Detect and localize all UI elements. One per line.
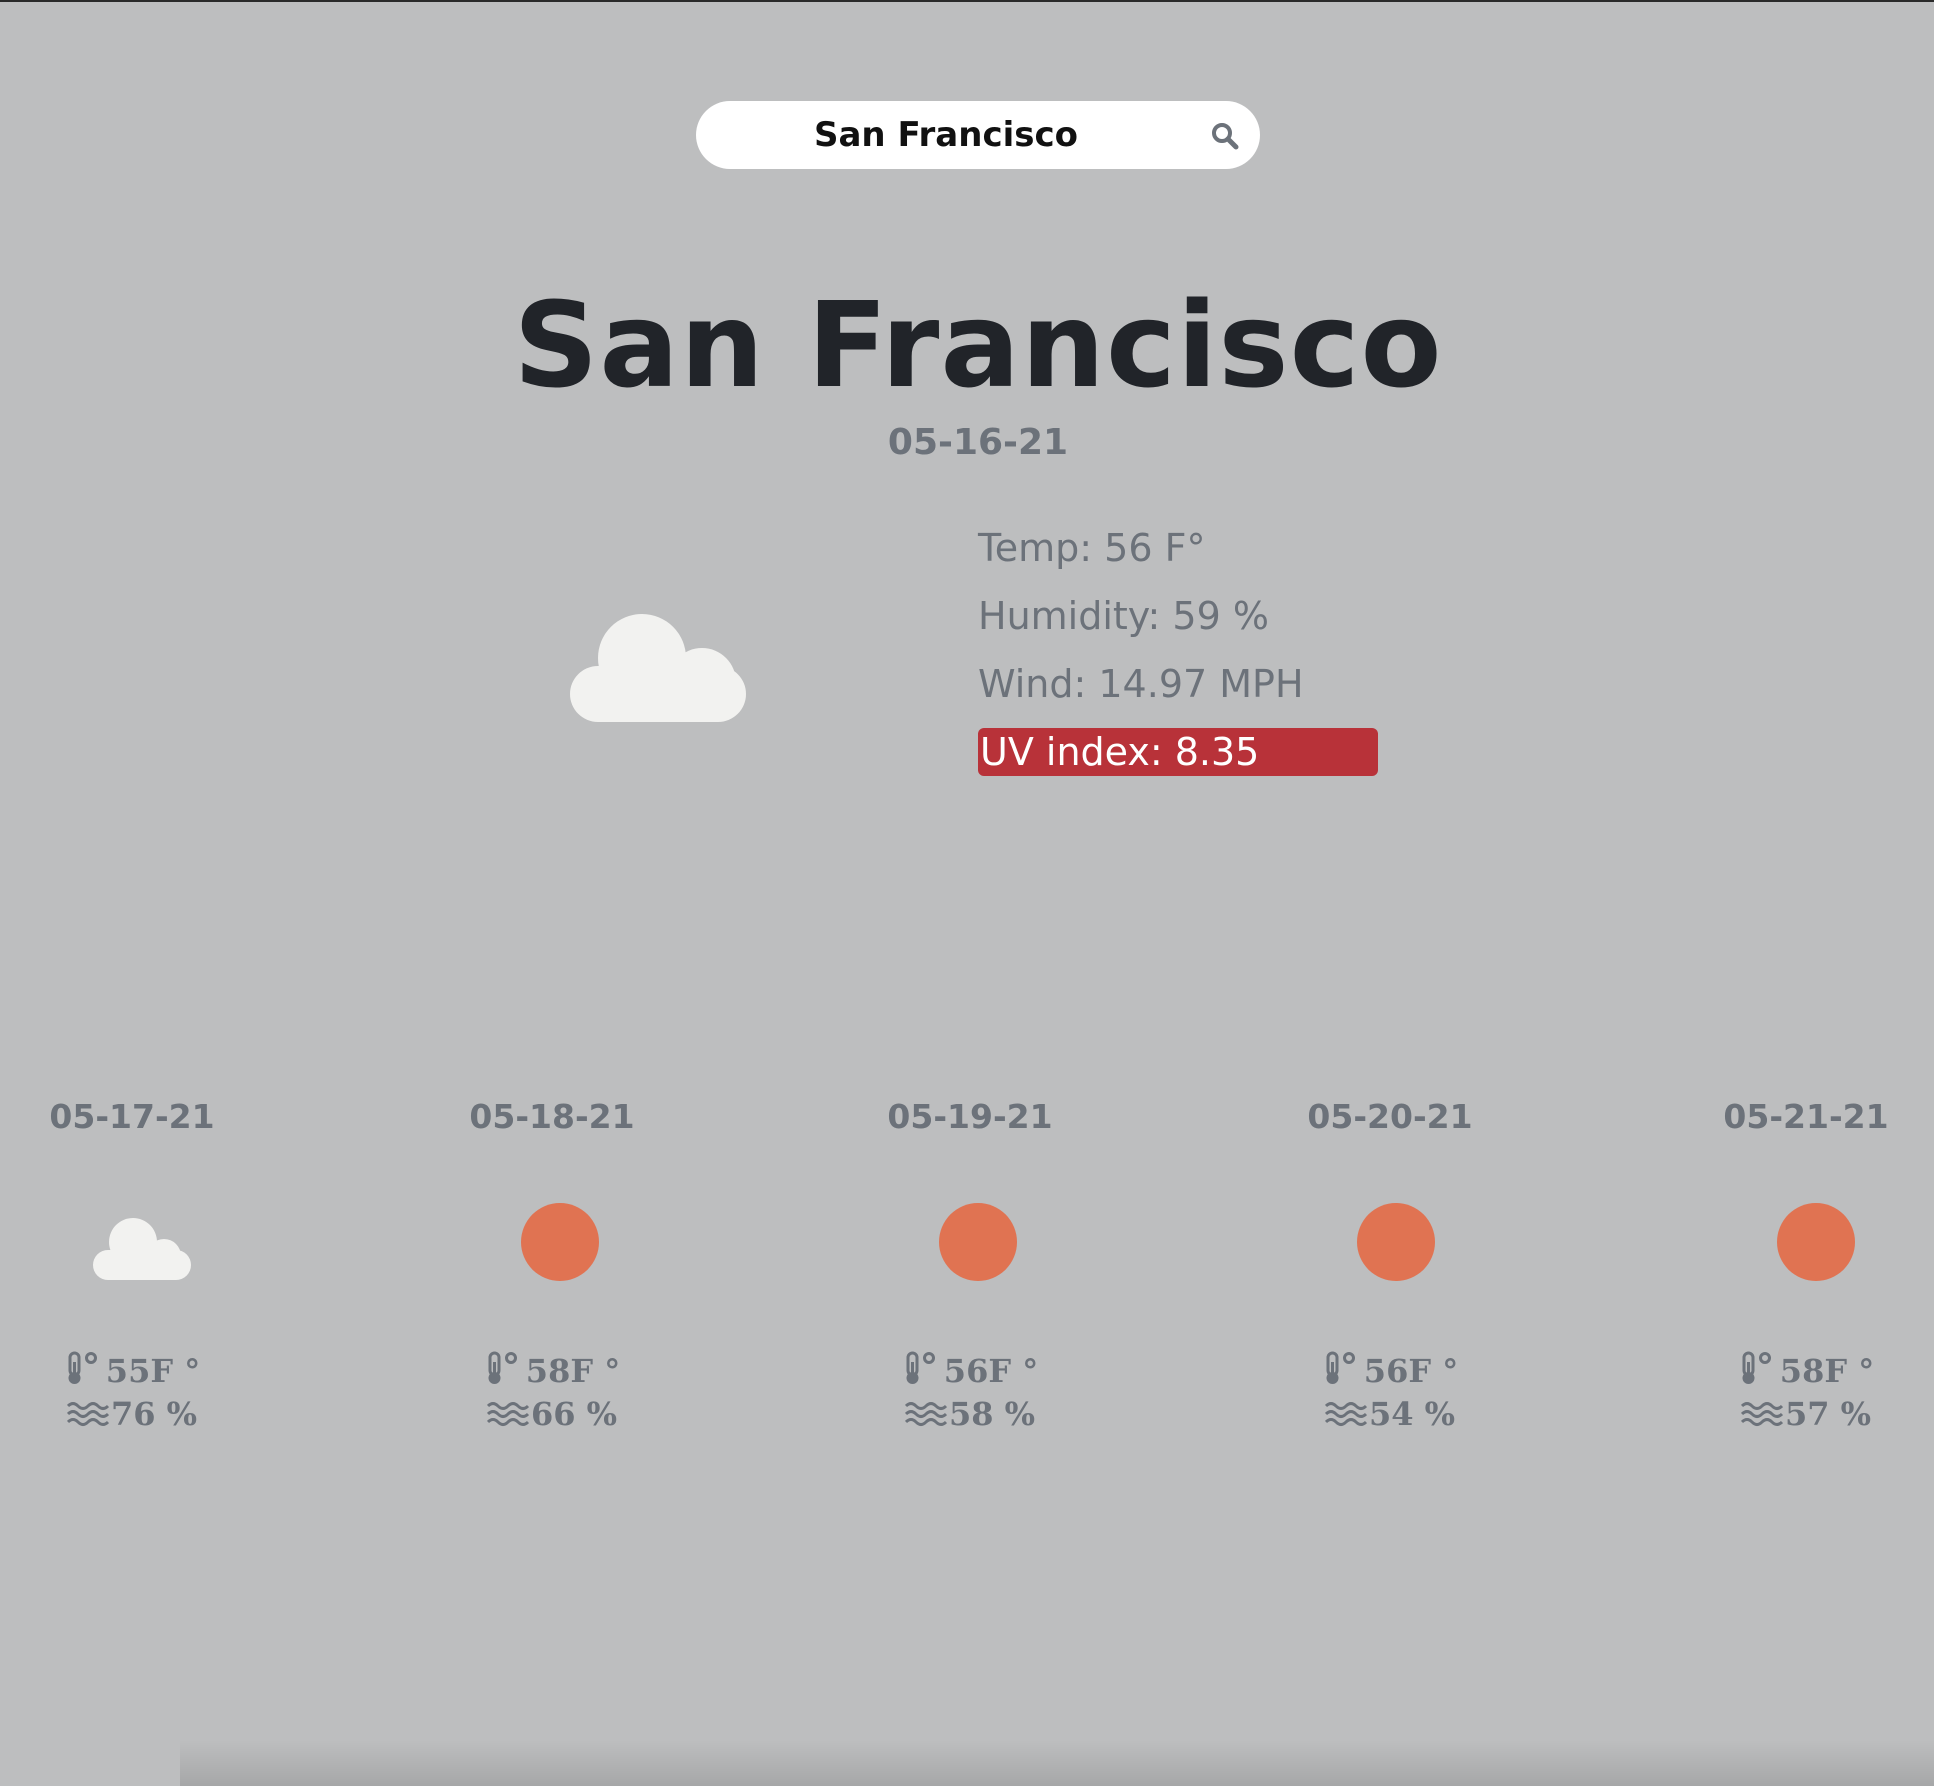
forecast-humidity-value: 57 % — [1784, 1395, 1872, 1433]
city-title: San Francisco — [513, 276, 1443, 414]
water-waves-icon — [1324, 1402, 1367, 1426]
thermometer-icon — [68, 1351, 97, 1384]
forecast-temp: 58F ° — [1706, 1350, 1906, 1391]
forecast-humidity: 58 % — [870, 1394, 1070, 1434]
forecast-humidity-value: 66 % — [530, 1395, 618, 1433]
thermometer-icon — [488, 1351, 517, 1384]
forecast-date: 05-17-21 — [49, 1097, 215, 1136]
forecast-day: 05-20-21 56F ° 54 % — [1290, 1090, 1490, 1450]
forecast-humidity: 54 % — [1290, 1394, 1490, 1434]
current-humidity: Humidity: 59 % — [978, 594, 1269, 638]
thermometer-icon — [906, 1351, 935, 1384]
forecast-humidity: 57 % — [1706, 1394, 1906, 1434]
current-temp: Temp: 56 F° — [978, 526, 1206, 570]
search-input[interactable] — [726, 101, 1166, 169]
forecast-day: 05-17-21 55F ° 76 % — [32, 1090, 232, 1450]
bottom-shadow — [180, 1740, 1934, 1786]
forecast-day: 05-21-21 58F ° 57 % — [1706, 1090, 1906, 1450]
forecast-temp: 55F ° — [32, 1350, 232, 1391]
forecast-date: 05-18-21 — [469, 1097, 635, 1136]
thermometer-icon — [1742, 1351, 1771, 1384]
current-wind: Wind: 14.97 MPH — [978, 662, 1304, 706]
sun-icon — [521, 1203, 599, 1281]
forecast-temp: 58F ° — [452, 1350, 652, 1391]
forecast-day: 05-18-21 58F ° 66 % — [452, 1090, 652, 1450]
water-waves-icon — [66, 1402, 109, 1426]
forecast-humidity-value: 58 % — [948, 1395, 1036, 1433]
forecast-humidity-value: 76 % — [110, 1395, 198, 1433]
forecast-temp-value: 56F ° — [943, 1352, 1039, 1390]
cloud-icon — [570, 614, 746, 722]
water-waves-icon — [486, 1402, 529, 1426]
sun-icon — [1357, 1203, 1435, 1281]
water-waves-icon — [904, 1402, 947, 1426]
current-date: 05-16-21 — [887, 422, 1069, 463]
forecast-humidity: 66 % — [452, 1394, 652, 1434]
forecast-day: 05-19-21 56F ° 58 % — [870, 1090, 1070, 1450]
search-icon[interactable] — [1210, 121, 1240, 151]
forecast-date: 05-19-21 — [887, 1097, 1053, 1136]
sun-icon — [939, 1203, 1017, 1281]
water-waves-icon — [1740, 1402, 1783, 1426]
sun-icon — [1777, 1203, 1855, 1281]
cloud-icon — [93, 1218, 191, 1280]
forecast-date: 05-21-21 — [1723, 1097, 1889, 1136]
forecast-temp: 56F ° — [1290, 1350, 1490, 1391]
thermometer-icon — [1326, 1351, 1355, 1384]
forecast-temp: 56F ° — [870, 1350, 1070, 1391]
forecast-temp-value: 55F ° — [105, 1352, 201, 1390]
forecast-date: 05-20-21 — [1307, 1097, 1473, 1136]
search-bar[interactable] — [696, 101, 1260, 169]
window-top-border — [0, 0, 1934, 2]
forecast-temp-value: 56F ° — [1363, 1352, 1459, 1390]
forecast-humidity-value: 54 % — [1368, 1395, 1456, 1433]
forecast-humidity: 76 % — [32, 1394, 232, 1434]
forecast-temp-value: 58F ° — [1779, 1352, 1875, 1390]
uv-index-badge: UV index: 8.35 — [978, 728, 1378, 776]
forecast-temp-value: 58F ° — [525, 1352, 621, 1390]
